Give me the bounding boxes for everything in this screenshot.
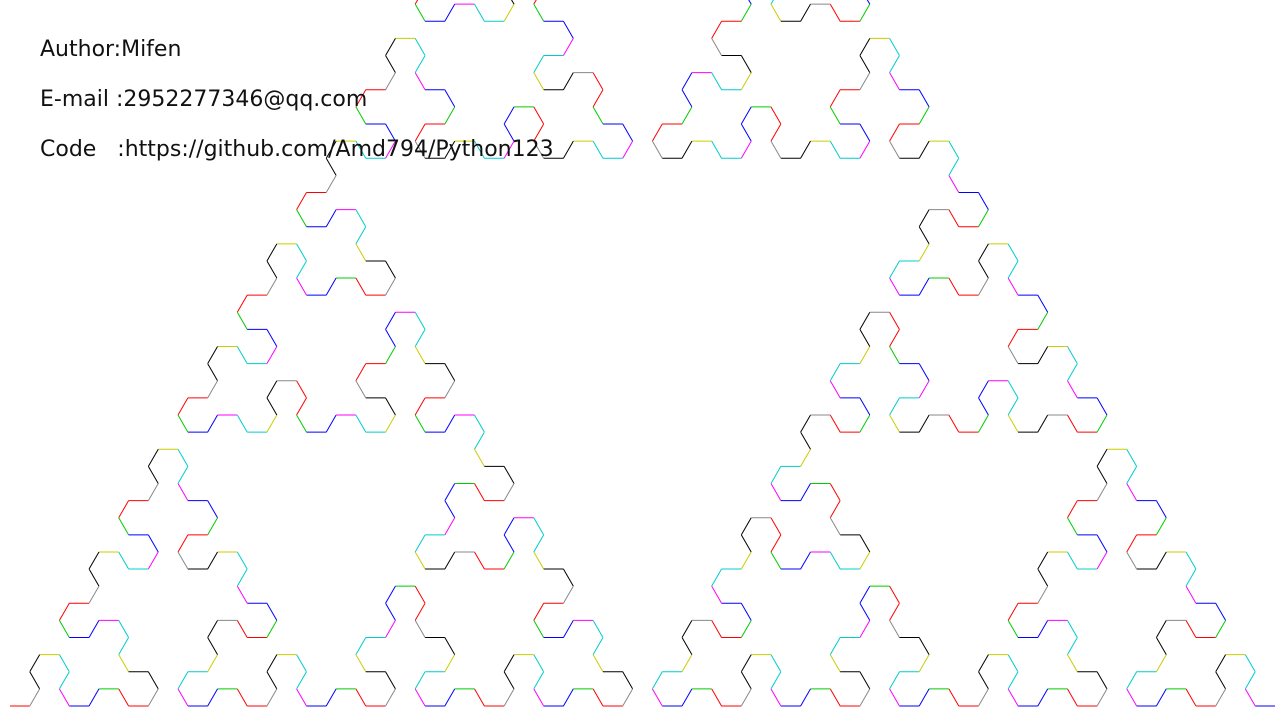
author-line: Author:Mifen xyxy=(40,37,182,62)
email-line: E-mail :2952277346@qq.com xyxy=(40,87,368,112)
code-line: Code :https://github.com/Amd794/Python12… xyxy=(40,137,554,162)
